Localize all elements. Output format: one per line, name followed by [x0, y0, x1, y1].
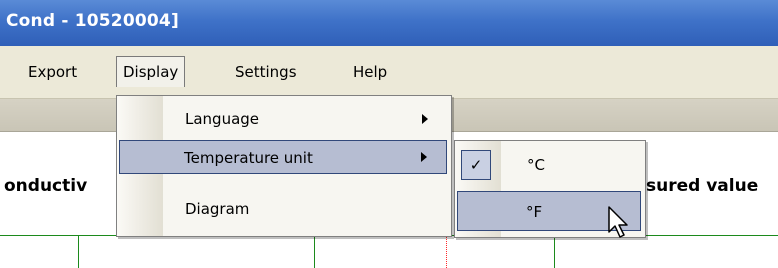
menu-help[interactable]: Help — [347, 59, 393, 85]
menu-item-label: Temperature unit — [184, 149, 313, 167]
menu-item-celsius[interactable]: ✓ °C — [457, 145, 641, 185]
menu-item-diagram[interactable]: Diagram — [119, 192, 447, 226]
display-dropdown-menu: Language Temperature unit Diagram — [116, 95, 452, 237]
grid-line-vertical — [554, 236, 555, 268]
grid-line-vertical — [314, 236, 315, 268]
measured-value-label: sured value — [646, 176, 759, 196]
menu-export[interactable]: Export — [22, 59, 83, 85]
menu-display[interactable]: Display — [116, 56, 186, 87]
arrow-cursor-icon — [608, 206, 632, 244]
title-bar: Cond - 10520004] — [0, 0, 778, 46]
menu-item-label: Language — [185, 110, 260, 128]
chevron-right-icon — [422, 114, 428, 124]
marker-line — [446, 236, 447, 268]
grid-line-vertical — [78, 236, 79, 268]
menu-item-language[interactable]: Language — [119, 102, 447, 136]
check-icon: ✓ — [461, 150, 491, 180]
menu-item-label: °C — [527, 156, 545, 174]
conductivity-label: onductiv — [4, 176, 88, 196]
menu-item-label: °F — [526, 203, 543, 221]
menu-item-label: Diagram — [185, 200, 250, 218]
menu-bar: Export Display Settings Help — [0, 46, 778, 99]
chevron-right-icon — [421, 152, 427, 162]
menu-item-temperature-unit[interactable]: Temperature unit — [119, 140, 447, 174]
menu-settings[interactable]: Settings — [229, 59, 303, 85]
window-title: Cond - 10520004] — [6, 11, 179, 31]
